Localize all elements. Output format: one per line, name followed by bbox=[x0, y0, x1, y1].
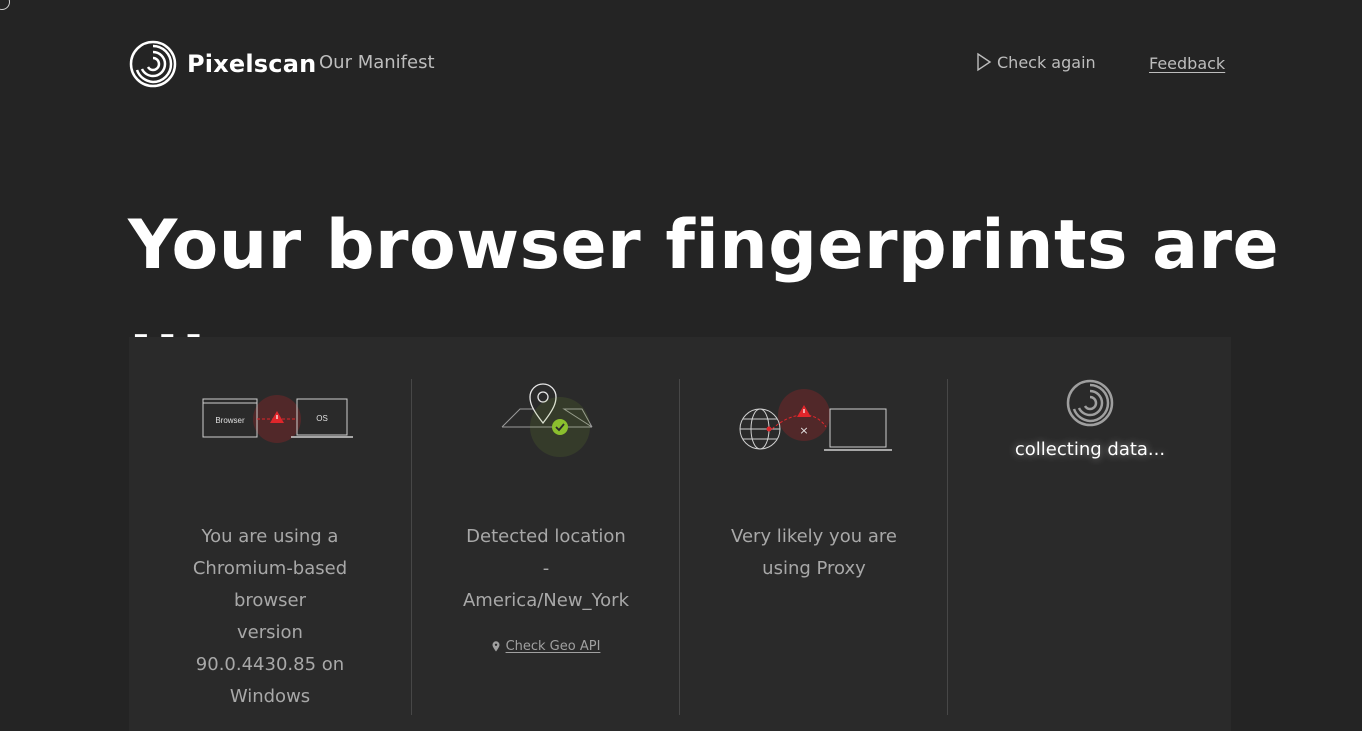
os-label: OS bbox=[316, 414, 328, 423]
location-line: America/New_York bbox=[462, 590, 630, 611]
feedback-link[interactable]: Feedback bbox=[1149, 54, 1225, 73]
loading-spiral-icon bbox=[1066, 379, 1114, 427]
nav-our-manifest[interactable]: Our Manifest bbox=[319, 52, 435, 73]
proxy-line: Very likely you are bbox=[731, 526, 897, 547]
pixelscan-logo-icon bbox=[129, 40, 177, 88]
check-again-button[interactable]: Check again bbox=[975, 52, 1096, 72]
collecting-data-text: collecting data... bbox=[1014, 439, 1166, 460]
browser-line: version bbox=[237, 622, 303, 643]
browser-line: browser bbox=[233, 590, 307, 611]
brand-name: Pixelscan bbox=[187, 50, 317, 78]
proxy-message: Very likely you are using Proxy bbox=[680, 521, 948, 585]
browser-line: 90.0.4430.85 on bbox=[195, 654, 345, 675]
location-line: - bbox=[542, 558, 550, 579]
pixelscan-logo[interactable]: Pixelscan bbox=[129, 40, 316, 88]
browser-message: You are using a Chromium-based browser v… bbox=[129, 521, 411, 713]
proxy-line: using Proxy bbox=[762, 558, 866, 579]
browser-os-illustration: Browser OS bbox=[129, 379, 411, 469]
result-collecting: collecting data... bbox=[947, 379, 1232, 715]
check-again-label: Check again bbox=[997, 52, 1096, 72]
results-panel: Browser OS You are using a Chromium-base… bbox=[129, 337, 1231, 731]
location-message: Detected location - America/New_York bbox=[412, 521, 680, 617]
browser-label: Browser bbox=[215, 416, 245, 425]
corner-artifact bbox=[0, 0, 10, 10]
globe-icon bbox=[739, 408, 781, 450]
laptop-icon bbox=[824, 408, 892, 451]
location-illustration bbox=[412, 379, 680, 469]
result-location: Detected location - America/New_York Che… bbox=[411, 379, 680, 715]
browser-line: Windows bbox=[229, 686, 311, 707]
proxy-illustration: × bbox=[680, 379, 948, 469]
location-line: Detected location bbox=[466, 526, 626, 547]
map-pin-icon bbox=[492, 641, 500, 652]
check-geo-api-label: Check Geo API bbox=[505, 639, 601, 654]
check-icon bbox=[552, 419, 568, 435]
close-icon: × bbox=[799, 424, 808, 437]
play-icon bbox=[977, 52, 992, 72]
browser-line: Chromium-based bbox=[192, 558, 348, 579]
result-browser: Browser OS You are using a Chromium-base… bbox=[129, 379, 411, 715]
result-proxy: × Very likely you are using Proxy bbox=[679, 379, 948, 715]
browser-line: You are using a bbox=[201, 526, 339, 547]
check-geo-api-link[interactable]: Check Geo API bbox=[412, 639, 680, 654]
